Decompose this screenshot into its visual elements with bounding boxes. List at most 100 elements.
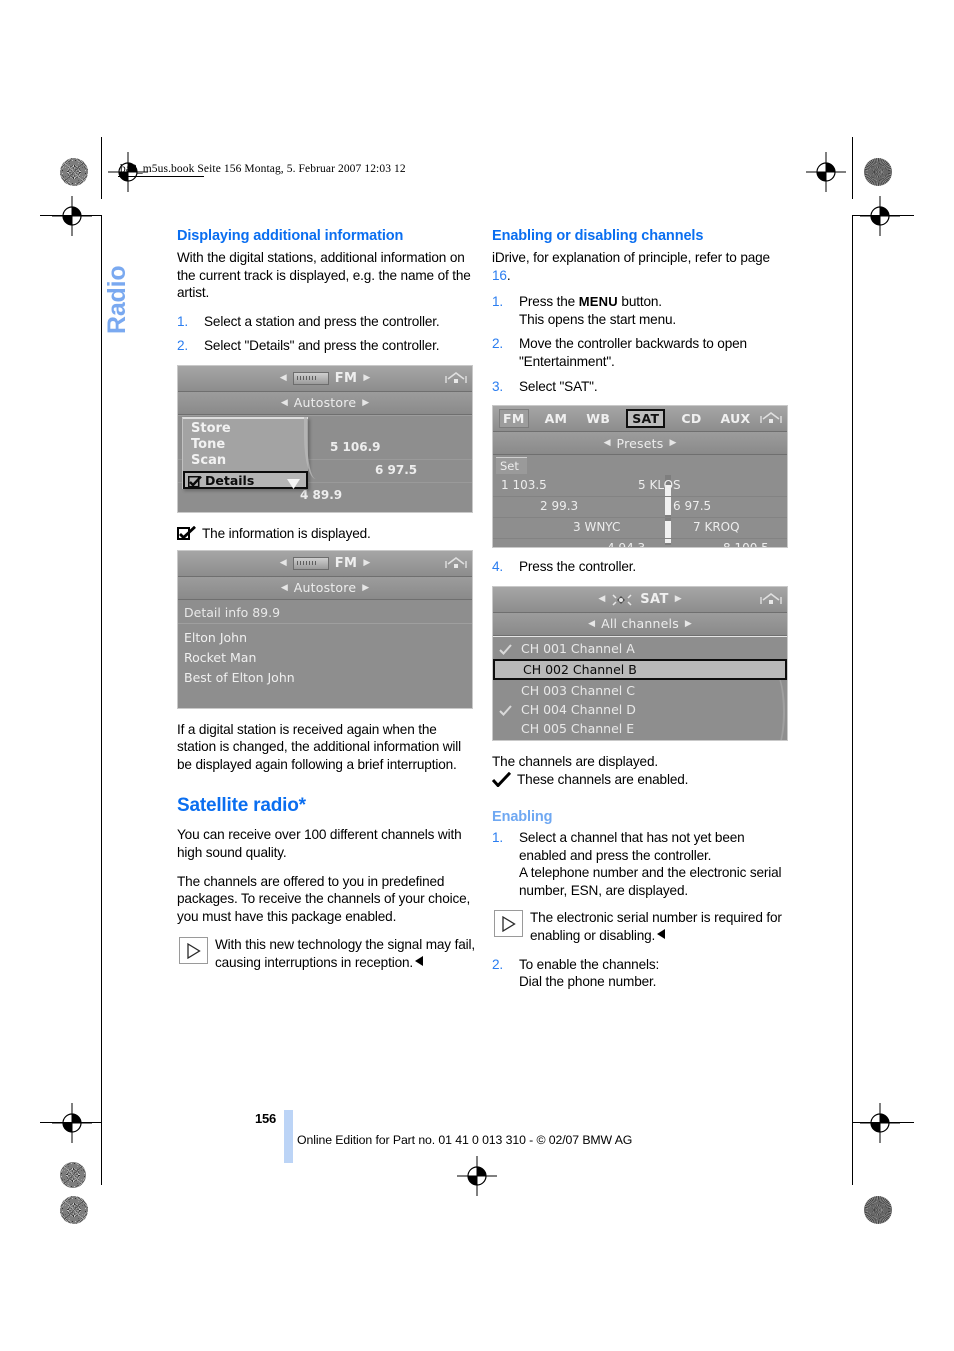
trim-line-left-column-edge [101, 215, 102, 1185]
screenshot-sub-bar: ◀ All channels ▶ [493, 612, 787, 636]
registration-rosette-bottom-outer-left [60, 1162, 86, 1188]
channel-row[interactable]: CH 003 Channel C [493, 681, 787, 700]
channel-row[interactable]: CH 001 Channel A [493, 639, 787, 658]
left-arrow-icon: ◀ [280, 397, 288, 408]
tab-wb[interactable]: WB [583, 410, 613, 427]
step-text: Select a station and press the controlle… [204, 313, 440, 329]
trim-line-right-column-edge [852, 215, 853, 1185]
preset-6[interactable]: 6 97.5 [673, 499, 711, 513]
left-arrow-icon: ◀ [603, 438, 611, 449]
step-number: 3. [492, 378, 504, 394]
check-mark-icon [491, 772, 512, 789]
preset-row: 4 94.3 8 100.5 [493, 538, 787, 547]
step-text: Select "SAT". [519, 378, 598, 394]
tab-aux[interactable]: AUX [718, 410, 754, 427]
step-number: 1. [492, 829, 504, 845]
heading-enabling: Enabling [492, 808, 553, 825]
paragraph-idrive-reference: iDrive, for explanation of principle, re… [492, 249, 791, 284]
preset-7[interactable]: 7 KROQ [693, 520, 740, 534]
note-triangle-icon [179, 937, 208, 965]
preset-3[interactable]: 3 WNYC [573, 520, 620, 534]
right-arrow-icon: ▶ [363, 558, 371, 569]
left-arrow-icon: ◀ [588, 618, 596, 629]
left-arrow-icon: ◀ [279, 558, 287, 569]
menu-item-tone[interactable]: Tone [183, 437, 308, 453]
step-item: 1. Select a station and press the contro… [177, 313, 476, 331]
step-text: Move the controller backwards to open "E… [519, 336, 747, 369]
paragraph-intro: With the digital stations, additional in… [177, 250, 471, 301]
step-item: 2. Select "Details" and press the contro… [177, 337, 476, 355]
preset-1[interactable]: 1 103.5 [501, 478, 547, 492]
step-number: 2. [492, 336, 504, 352]
preset-8[interactable]: 8 100.5 [723, 541, 769, 547]
step-item: 1. Press the MENU button. This opens the… [492, 293, 791, 328]
step-text-before-key: Press the [519, 294, 579, 310]
step-text: Press the controller. [519, 559, 636, 575]
footer-accent-bar [284, 1110, 293, 1163]
channel-list: CH 001 Channel A CH 002 Channel B CH 003… [493, 635, 787, 740]
left-arrow-icon: ◀ [280, 582, 288, 593]
idrive-ref-period: . [506, 267, 511, 283]
channel-row[interactable]: CH 004 Channel D [493, 700, 787, 719]
page-reference-link[interactable]: 16 [492, 268, 507, 283]
registration-rosette-top-left [60, 158, 88, 186]
step-text: Select a channel that has not yet been e… [519, 829, 745, 863]
preset-4[interactable]: 4 94.3 [607, 541, 645, 547]
screenshot-fm-popup-menu: ◀ FM ▶ ◀ Autostore ▶ 5 106.9 6 97.5 4 89… [177, 364, 473, 513]
trim-line-bottom-right-horizontal [852, 1122, 914, 1123]
screenshot-sub-bar: ◀ Autostore ▶ [178, 391, 472, 415]
chapter-tab-radio: Radio [95, 228, 135, 338]
registration-rosette-bottom-right [864, 1196, 892, 1224]
idrive-ref-text: iDrive, for explanation of principle, re… [492, 250, 770, 265]
preset-2[interactable]: 2 99.3 [540, 499, 578, 513]
trim-line-left-vertical [101, 137, 102, 199]
tab-am[interactable]: AM [542, 410, 571, 427]
paragraph-digital-station-note: If a digital station is received again w… [177, 721, 462, 772]
home-icon [445, 555, 467, 572]
screenshot-sat-all-channels: ◀ SAT ▶ ◀ All channels ▶ CH 001 Channel … [492, 585, 788, 741]
screenshot-source-label: SAT [640, 591, 669, 607]
heading-displaying-additional-information: Displaying additional information [177, 228, 404, 244]
left-column: Displaying additional information With t… [177, 228, 476, 983]
step-item: 2. Move the controller backwards to open… [492, 335, 791, 370]
screenshot-top-bar: ◀ SAT ▶ [493, 586, 787, 613]
channel-row-selected[interactable]: CH 002 Channel B [493, 658, 787, 680]
right-arrow-icon: ▶ [669, 438, 677, 449]
all-channels-label: All channels [601, 616, 679, 632]
registration-rosette-top-right [864, 158, 892, 186]
slug-underline [118, 176, 204, 177]
result-text: These channels are enabled. [517, 772, 689, 788]
set-label[interactable]: Set [496, 457, 527, 475]
detail-row-artist: Elton John [184, 629, 247, 645]
left-arrow-icon: ◀ [279, 373, 287, 384]
menu-item-scan[interactable]: Scan [183, 453, 308, 471]
registration-mark-bottom-center [457, 1156, 497, 1196]
registration-mark-top-right [806, 152, 846, 192]
channel-row[interactable]: CH 005 Channel E [493, 719, 787, 738]
right-column: Enabling or disabling channels iDrive, f… [491, 228, 791, 1001]
note-text: The electronic serial number is required… [530, 909, 791, 944]
tab-fm[interactable]: FM [499, 409, 529, 429]
detail-info-panel: Detail info 89.9 Elton John Rocket Man B… [178, 599, 472, 708]
right-arrow-icon: ▶ [674, 594, 682, 605]
right-arrow-icon: ▶ [362, 582, 370, 593]
step-subtext: A telephone number and the electronic se… [519, 865, 782, 898]
channel-label: CH 002 Channel B [523, 661, 637, 677]
preset-5[interactable]: 5 KLOS [638, 478, 681, 492]
heading-enabling-disabling-channels: Enabling or disabling channels [492, 228, 704, 244]
screenshot-fm-detail-info: ◀ FM ▶ ◀ Autostore ▶ Detail info 89.9 El… [177, 549, 473, 709]
document-page: ba8_m5us.book Seite 156 Montag, 5. Febru… [0, 0, 954, 1351]
steps-displaying-info: 1. Select a station and press the contro… [177, 313, 476, 355]
menu-item-store[interactable]: Store [183, 419, 308, 437]
channel-label: CH 004 Channel D [521, 701, 636, 717]
context-menu[interactable]: Store Tone Scan Details [182, 416, 308, 489]
home-icon [760, 591, 782, 608]
note-esn-required: The electronic serial number is required… [492, 909, 791, 944]
menu-item-details-selected[interactable]: Details [183, 470, 308, 489]
tab-cd[interactable]: CD [678, 410, 704, 427]
steps-enabling-2: 2. To enable the channels: Dial the phon… [492, 956, 791, 991]
detail-row-album: Best of Elton John [184, 669, 295, 685]
tab-sat[interactable]: SAT [626, 409, 666, 429]
autostore-label: Autostore [293, 580, 357, 596]
registration-mark-bottom-left [52, 1103, 92, 1143]
